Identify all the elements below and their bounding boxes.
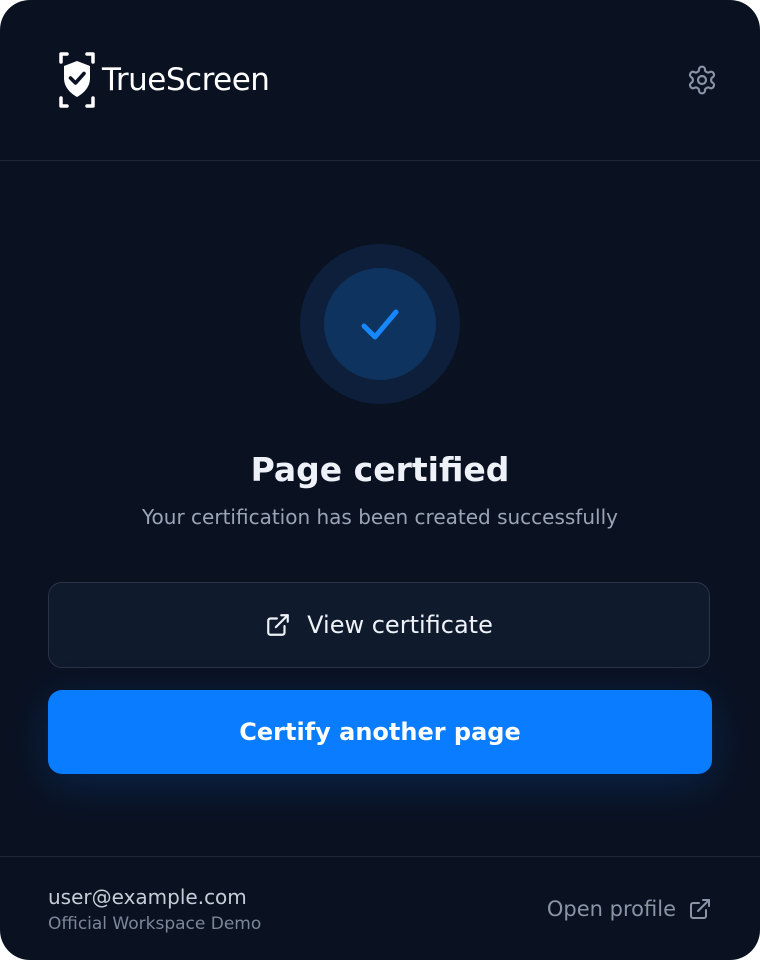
user-email: user@example.com: [48, 885, 247, 909]
extension-panel: TrueScreen Page certified Your certifica…: [0, 0, 760, 960]
settings-button[interactable]: [684, 62, 720, 98]
check-icon: [361, 309, 399, 340]
workspace-name: Official Workspace Demo: [48, 914, 262, 934]
page-title: Page certified: [250, 450, 510, 489]
success-badge: [324, 268, 436, 380]
status-message: Your certification has been created succ…: [142, 505, 618, 529]
gear-icon: [688, 65, 716, 95]
external-link-icon: [690, 899, 710, 919]
open-profile-link[interactable]: Open profile: [547, 897, 712, 921]
open-profile-label: Open profile: [546, 897, 676, 921]
header: TrueScreen: [0, 0, 760, 161]
certify-another-page-button[interactable]: Certify another page: [48, 690, 712, 774]
footer: user@example.com Official Workspace Demo…: [0, 856, 760, 960]
success-status-indicator: [300, 244, 460, 404]
brand-name: TrueScreen: [102, 62, 270, 98]
view-certificate-button[interactable]: View certificate: [48, 582, 710, 668]
shield-check-logo-icon: [59, 52, 95, 108]
view-certificate-label: View certificate: [307, 611, 493, 639]
brand-logo: TrueScreen: [58, 52, 270, 108]
external-link-icon: [267, 614, 289, 636]
certify-another-page-label: Certify another page: [239, 718, 521, 746]
